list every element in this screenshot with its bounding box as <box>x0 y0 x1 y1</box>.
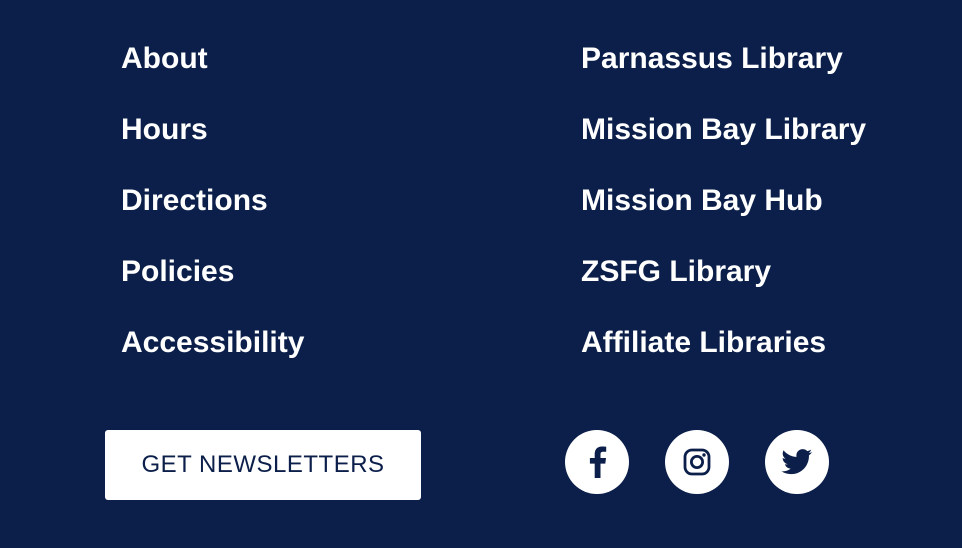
footer-link-item: Mission Bay Library <box>581 109 866 180</box>
footer-link-item: Mission Bay Hub <box>581 180 866 251</box>
footer-link-item: Directions <box>121 180 304 251</box>
footer-link-item: Parnassus Library <box>581 38 866 109</box>
mission-bay-library-link[interactable]: Mission Bay Library <box>581 113 866 146</box>
footer-link-item: About <box>121 38 304 109</box>
instagram-icon <box>683 448 711 476</box>
accessibility-link[interactable]: Accessibility <box>121 326 304 359</box>
about-link[interactable]: About <box>121 42 208 75</box>
footer-link-item: Accessibility <box>121 322 304 393</box>
directions-link[interactable]: Directions <box>121 184 268 217</box>
get-newsletters-button[interactable]: GET NEWSLETTERS <box>105 430 421 500</box>
twitter-link[interactable] <box>765 430 829 494</box>
site-footer: About Hours Directions Policies Accessib… <box>0 0 962 548</box>
hours-link[interactable]: Hours <box>121 113 208 146</box>
facebook-link[interactable] <box>565 430 629 494</box>
twitter-icon <box>781 449 813 475</box>
footer-links-left: About Hours Directions Policies Accessib… <box>121 38 304 393</box>
footer-link-item: Policies <box>121 251 304 322</box>
facebook-icon <box>589 446 607 478</box>
instagram-link[interactable] <box>665 430 729 494</box>
footer-links-right: Parnassus Library Mission Bay Library Mi… <box>581 38 866 393</box>
footer-link-item: Hours <box>121 109 304 180</box>
zsfg-library-link[interactable]: ZSFG Library <box>581 255 771 288</box>
affiliate-libraries-link[interactable]: Affiliate Libraries <box>581 326 826 359</box>
footer-link-item: ZSFG Library <box>581 251 866 322</box>
mission-bay-hub-link[interactable]: Mission Bay Hub <box>581 184 823 217</box>
policies-link[interactable]: Policies <box>121 255 234 288</box>
footer-link-item: Affiliate Libraries <box>581 322 866 393</box>
parnassus-library-link[interactable]: Parnassus Library <box>581 42 843 75</box>
